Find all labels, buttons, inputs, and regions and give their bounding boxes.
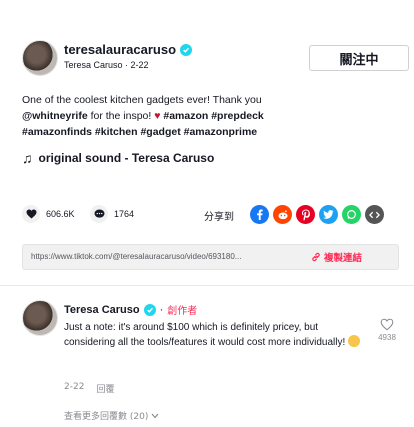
creator-badge: 創作者 bbox=[167, 306, 198, 317]
section-divider bbox=[0, 285, 414, 286]
comment-count: 1764 bbox=[114, 209, 135, 219]
comment-date: 2-22 bbox=[64, 382, 85, 392]
view-more-replies[interactable]: 查看更多回覆數 (20) bbox=[64, 409, 159, 422]
music-title[interactable]: original sound - Teresa Caruso bbox=[39, 151, 215, 165]
whatsapp-icon[interactable] bbox=[342, 205, 361, 224]
pinterest-icon[interactable] bbox=[296, 205, 315, 224]
video-link-box: https://www.tiktok.com/@teresalauracarus… bbox=[22, 244, 399, 270]
commenter-avatar[interactable] bbox=[22, 300, 58, 336]
music-note-icon: ♫ bbox=[22, 150, 33, 166]
like-count: 606.6K bbox=[46, 209, 75, 219]
share-label: 分享到 bbox=[204, 212, 234, 223]
following-button[interactable]: 關注中 bbox=[309, 45, 409, 71]
post-date: 2-22 bbox=[130, 60, 149, 70]
heart-icon[interactable] bbox=[22, 205, 40, 223]
comment-meta: 2-22 回覆 bbox=[64, 382, 114, 395]
comment-like-count: 4938 bbox=[378, 333, 396, 342]
verified-badge-icon bbox=[180, 43, 193, 56]
copy-link-button[interactable]: 複製連結 bbox=[311, 250, 362, 264]
comment-action[interactable]: 1764 bbox=[90, 205, 134, 223]
comment-like[interactable]: 4938 bbox=[374, 318, 400, 342]
post-caption: One of the coolest kitchen gadgets ever!… bbox=[22, 92, 402, 140]
username-row: teresalauracaruso bbox=[64, 42, 193, 57]
author-username[interactable]: teresalauracaruso bbox=[64, 42, 176, 57]
comment-text: Just a note: it's around $100 which is d… bbox=[64, 322, 346, 348]
comment-separator: · bbox=[159, 303, 164, 316]
verified-badge-icon bbox=[143, 303, 156, 316]
embed-icon[interactable] bbox=[365, 205, 384, 224]
facebook-icon[interactable] bbox=[250, 205, 269, 224]
caption-text: One of the coolest kitchen gadgets ever!… bbox=[22, 94, 262, 106]
comment-text-block: Just a note: it's around $100 which is d… bbox=[64, 320, 364, 350]
tiktok-post-page: teresalauracaruso Teresa Caruso · 2-22 關… bbox=[0, 0, 414, 427]
music-row[interactable]: ♫ original sound - Teresa Caruso bbox=[22, 150, 214, 166]
action-bar: 606.6K 1764 分享到 bbox=[22, 205, 392, 225]
heart-outline-icon[interactable] bbox=[380, 318, 394, 331]
link-icon bbox=[312, 252, 320, 262]
chevron-down-icon bbox=[151, 413, 159, 419]
view-more-replies-label: 查看更多回覆數 (20) bbox=[64, 412, 149, 422]
comment-author[interactable]: Teresa Caruso bbox=[64, 304, 140, 316]
like-action[interactable]: 606.6K bbox=[22, 205, 75, 223]
reddit-icon[interactable] bbox=[273, 205, 292, 224]
author-subline: Teresa Caruso · 2-22 bbox=[64, 60, 149, 70]
share-icons bbox=[250, 205, 384, 224]
twitter-icon[interactable] bbox=[319, 205, 338, 224]
caption-hashtags-line3[interactable]: #amazonfinds #kitchen #gadget #amazonpri… bbox=[22, 126, 257, 138]
post-header: teresalauracaruso Teresa Caruso · 2-22 關… bbox=[22, 40, 414, 76]
author-display-name: Teresa Caruso bbox=[64, 60, 123, 70]
copy-link-label: 複製連結 bbox=[324, 253, 363, 264]
comment-header: Teresa Caruso · 創作者 bbox=[64, 302, 197, 317]
comment-icon[interactable] bbox=[90, 205, 108, 223]
video-link-url[interactable]: https://www.tiktok.com/@teresalauracarus… bbox=[31, 252, 316, 261]
reply-button[interactable]: 回覆 bbox=[96, 382, 114, 395]
caption-mention-link[interactable]: @whitneyrife bbox=[22, 110, 88, 122]
caption-hashtags-line2[interactable]: #amazon #prepdeck bbox=[160, 110, 263, 122]
grimace-emoji-icon bbox=[348, 335, 361, 347]
caption-text-2: for the inspo! bbox=[87, 110, 155, 122]
author-avatar[interactable] bbox=[22, 40, 58, 76]
